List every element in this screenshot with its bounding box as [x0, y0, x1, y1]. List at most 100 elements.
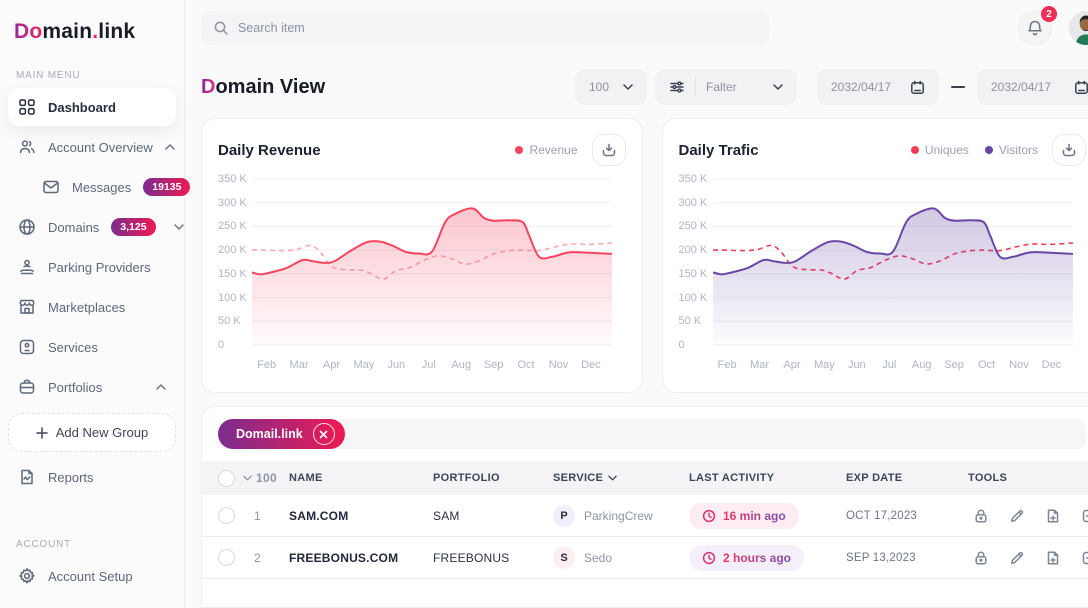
lock-button[interactable] — [968, 545, 994, 571]
add-note-button[interactable] — [1040, 503, 1066, 529]
col-header-portfolio[interactable]: PORTFOLIO — [433, 472, 553, 484]
sidebar-item-label: Messages — [72, 180, 131, 195]
domain-name[interactable]: SAM.COM — [289, 509, 433, 523]
select-all-checkbox[interactable] — [218, 470, 235, 487]
legend-item: Revenue — [515, 143, 577, 157]
y-tick-label: 150 K — [218, 268, 247, 280]
sidebar-item-messages[interactable]: Messages 19135 — [32, 168, 176, 206]
sidebar-item-marketplaces[interactable]: Marketplaces — [8, 288, 176, 326]
sidebar-item-account-setup[interactable]: Account Setup — [8, 557, 176, 595]
row-checkbox[interactable] — [218, 507, 235, 524]
notifications-button[interactable]: 2 — [1017, 10, 1053, 46]
page-size-header: 100 — [256, 471, 277, 485]
filter-tag[interactable]: Domail.link — [218, 419, 345, 449]
legend-label: Revenue — [529, 143, 577, 157]
edit-button[interactable] — [1004, 545, 1030, 571]
y-tick-label: 50 K — [218, 315, 241, 327]
export-button[interactable] — [1076, 545, 1088, 571]
col-header-tools: TOOLS — [968, 472, 1088, 484]
clock-icon — [702, 509, 716, 523]
date-to-picker[interactable]: 2032/04/17 — [977, 69, 1088, 105]
sidebar-item-domains[interactable]: Domains 3,125 — [8, 208, 176, 246]
sidebar-item-account-overview[interactable]: Account Overview — [8, 128, 176, 166]
sidebar-item-dashboard[interactable]: Dashboard — [8, 88, 176, 126]
sidebar-item-report-a-bug[interactable]: Report a Bug — [8, 597, 176, 608]
chart-title: Daily Trafic — [679, 142, 759, 159]
x-tick-label: Nov — [549, 359, 569, 371]
chevron-up-icon — [165, 144, 175, 150]
lock-button[interactable] — [968, 503, 994, 529]
pill-divider — [695, 78, 696, 96]
search-bar[interactable] — [201, 11, 769, 45]
chart-legend: UniquesVisitors — [911, 143, 1038, 157]
active-filter-tags: Domail.link — [218, 419, 1086, 449]
col-header-service[interactable]: SERVICE — [553, 472, 689, 484]
row-checkbox[interactable] — [218, 549, 235, 566]
report-icon — [18, 468, 36, 486]
export-button[interactable] — [1076, 503, 1088, 529]
parking-provider-icon — [18, 258, 36, 276]
legend-dot-icon — [515, 146, 523, 154]
col-header-exp-date[interactable]: EXP DATE — [846, 472, 968, 484]
page-size-select[interactable]: 100 — [575, 69, 647, 105]
sidebar-item-label: Dashboard — [48, 100, 116, 115]
chevron-down-icon — [608, 475, 617, 481]
x-tick-label: Apr — [323, 359, 340, 371]
download-button[interactable] — [1052, 134, 1086, 166]
page-size-sort[interactable]: 100 — [243, 471, 289, 485]
sidebar-item-label: Marketplaces — [48, 300, 125, 315]
add-note-button[interactable] — [1040, 545, 1066, 571]
x-tick-label: Feb — [718, 359, 737, 371]
y-tick-label: 50 K — [679, 315, 702, 327]
y-tick-label: 150 K — [679, 268, 708, 280]
user-avatar[interactable] — [1069, 11, 1088, 45]
calendar-icon — [910, 80, 925, 95]
download-button[interactable] — [592, 134, 626, 166]
date-range-dash — [951, 86, 965, 88]
col-header-name[interactable]: NAME — [289, 472, 433, 484]
y-tick-label: 350 K — [679, 173, 708, 185]
edit-button[interactable] — [1004, 503, 1030, 529]
account-section-label: ACCOUNT — [16, 539, 176, 550]
date-from-value: 2032/04/17 — [831, 80, 891, 94]
filter-label: Falter — [706, 80, 737, 94]
domain-name[interactable]: FREEBONUS.COM — [289, 551, 433, 565]
app-logo[interactable]: Domain.link — [8, 18, 176, 44]
sidebar-item-portfolios[interactable]: Portfolios — [8, 368, 176, 406]
exp-date: SEP 13,2023 — [846, 552, 968, 564]
y-tick-label: 300 K — [679, 197, 708, 209]
dashboard-icon — [18, 98, 36, 116]
x-tick-label: Nov — [1009, 359, 1029, 371]
portfolio-name: SAM — [433, 509, 553, 523]
remove-tag-button[interactable] — [313, 423, 335, 445]
y-tick-label: 250 K — [679, 220, 708, 232]
tools-cell — [968, 503, 1088, 529]
legend-label: Visitors — [999, 143, 1038, 157]
add-new-group-button[interactable]: Add New Group — [8, 413, 176, 452]
y-axis: 350 K300 K250 K200 K150 K100 K50 K0 — [218, 169, 252, 355]
last-activity-pill: 16 min ago — [689, 503, 799, 529]
search-input[interactable] — [238, 21, 757, 35]
col-header-last-activity[interactable]: LAST ACTIVITY — [689, 472, 846, 484]
traffic-chart — [713, 169, 1073, 355]
sidebar-item-services[interactable]: Services — [8, 328, 176, 366]
service-name: ParkingCrew — [584, 509, 653, 523]
domains-count-badge: 3,125 — [111, 218, 155, 236]
x-tick-label: May — [814, 359, 835, 371]
y-tick-label: 100 K — [679, 292, 708, 304]
bell-icon — [1026, 19, 1044, 37]
row-number: 1 — [243, 509, 289, 523]
row-number: 2 — [243, 551, 289, 565]
date-from-picker[interactable]: 2032/04/17 — [817, 69, 939, 105]
x-tick-label: Sep — [484, 359, 504, 371]
last-activity-text: 16 min ago — [723, 509, 786, 523]
sidebar-item-reports[interactable]: Reports — [8, 458, 176, 496]
briefcase-icon — [18, 378, 36, 396]
sidebar-item-label: Account Overview — [48, 140, 153, 155]
notification-count-badge: 2 — [1041, 6, 1057, 22]
filter-dropdown[interactable]: Falter — [655, 69, 797, 105]
x-axis: FebMarAprMayJunJulAugSepOctNovDec — [713, 355, 1087, 377]
table-row: 1 SAM.COM SAM P ParkingCrew 16 min ago O… — [202, 495, 1088, 537]
chevron-down-icon — [773, 84, 783, 90]
sidebar-item-parking-providers[interactable]: Parking Providers — [8, 248, 176, 286]
